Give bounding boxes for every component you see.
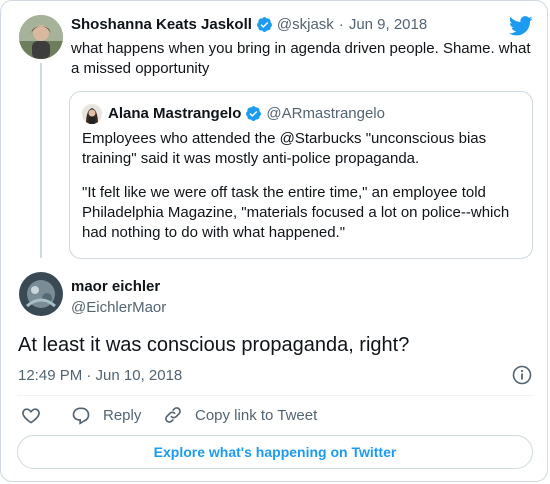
quoted-paragraph-1: Employees who attended the @Starbucks "u… — [82, 130, 487, 167]
copy-link-button[interactable]: Copy link to Tweet — [163, 405, 317, 425]
thread-line — [40, 63, 42, 258]
author-handle[interactable]: @skjask — [277, 16, 334, 33]
heart-icon — [21, 405, 53, 425]
quoted-tweet[interactable]: Alana Mastrangelo @ARmastrangelo Employe… — [69, 91, 533, 259]
copy-link-label: Copy link to Tweet — [195, 406, 318, 424]
avatar-maor[interactable] — [19, 272, 63, 316]
reply-author-name[interactable]: maor eichler — [71, 278, 160, 295]
reply-button[interactable]: Reply — [71, 405, 141, 425]
quoted-tweet-header: Alana Mastrangelo @ARmastrangelo — [108, 105, 385, 122]
original-tweet-text: what happens when you bring in agenda dr… — [71, 40, 531, 77]
reply-author-handle[interactable]: @EichlerMaor — [71, 299, 166, 316]
tweet-date[interactable]: Jun 9, 2018 — [349, 16, 427, 33]
quoted-paragraph-2: "It felt like we were off task the entir… — [82, 184, 510, 241]
avatar-shoshanna[interactable] — [19, 15, 63, 59]
author-name[interactable]: Shoshanna Keats Jaskoll — [71, 16, 252, 33]
link-icon — [163, 405, 195, 425]
divider — [17, 395, 533, 396]
tweet-card: Shoshanna Keats Jaskoll @skjask · Jun 9,… — [0, 0, 548, 482]
separator: · — [338, 16, 344, 33]
like-button[interactable] — [21, 405, 53, 425]
reply-tweet-text: At least it was conscious propaganda, ri… — [18, 334, 410, 356]
twitter-logo-icon[interactable] — [508, 16, 533, 41]
explore-button[interactable]: Explore what's happening on Twitter — [17, 435, 533, 469]
reply-timestamp[interactable]: 12:49 PM · Jun 10, 2018 — [18, 367, 182, 384]
verified-badge-icon — [245, 105, 262, 122]
quoted-author-handle: @ARmastrangelo — [266, 105, 385, 122]
reply-label: Reply — [103, 406, 142, 424]
info-icon[interactable] — [512, 365, 532, 390]
original-tweet-header: Shoshanna Keats Jaskoll @skjask · Jun 9,… — [71, 16, 427, 33]
verified-badge-icon — [256, 16, 273, 33]
quoted-author-name: Alana Mastrangelo — [108, 105, 242, 122]
reply-icon — [71, 405, 103, 425]
avatar-alana — [82, 104, 102, 124]
